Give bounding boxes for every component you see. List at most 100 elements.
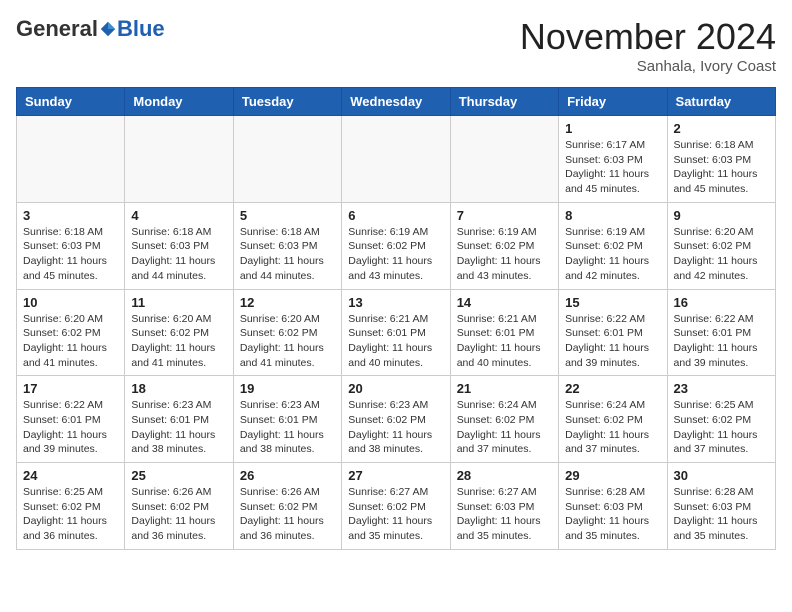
day-info: Sunrise: 6:25 AM Sunset: 6:02 PM Dayligh… [674, 398, 769, 457]
day-info: Sunrise: 6:28 AM Sunset: 6:03 PM Dayligh… [565, 485, 660, 544]
logo: General Blue [16, 16, 165, 42]
month-title: November 2024 [520, 16, 776, 58]
logo-blue: Blue [117, 16, 165, 42]
day-info: Sunrise: 6:23 AM Sunset: 6:02 PM Dayligh… [348, 398, 443, 457]
week-row-1: 1 Sunrise: 6:17 AM Sunset: 6:03 PM Daylig… [17, 116, 776, 203]
day-number: 5 [240, 208, 335, 223]
calendar-cell [450, 116, 558, 203]
day-info: Sunrise: 6:22 AM Sunset: 6:01 PM Dayligh… [674, 312, 769, 371]
page-header: General Blue November 2024 Sanhala, Ivor… [16, 16, 776, 75]
calendar-cell: 1 Sunrise: 6:17 AM Sunset: 6:03 PM Daylig… [559, 116, 667, 203]
calendar-header-tuesday: Tuesday [233, 88, 341, 116]
day-number: 22 [565, 381, 660, 396]
day-number: 7 [457, 208, 552, 223]
day-info: Sunrise: 6:18 AM Sunset: 6:03 PM Dayligh… [240, 225, 335, 284]
day-info: Sunrise: 6:20 AM Sunset: 6:02 PM Dayligh… [131, 312, 226, 371]
calendar-header-thursday: Thursday [450, 88, 558, 116]
day-info: Sunrise: 6:20 AM Sunset: 6:02 PM Dayligh… [23, 312, 118, 371]
day-number: 28 [457, 468, 552, 483]
day-number: 25 [131, 468, 226, 483]
location: Sanhala, Ivory Coast [520, 58, 776, 75]
day-number: 23 [674, 381, 769, 396]
calendar-cell: 17Sunrise: 6:22 AM Sunset: 6:01 PM Dayli… [17, 376, 125, 463]
calendar-cell: 23 Sunrise: 6:25 AM Sunset: 6:02 PM Dayli… [667, 376, 775, 463]
calendar-cell: 22 Sunrise: 6:24 AM Sunset: 6:02 PM Dayli… [559, 376, 667, 463]
day-number: 1 [565, 121, 660, 136]
day-number: 27 [348, 468, 443, 483]
calendar-header-sunday: Sunday [17, 88, 125, 116]
calendar-cell: 15 Sunrise: 6:22 AM Sunset: 6:01 PM Dayli… [559, 289, 667, 376]
calendar-cell: 6 Sunrise: 6:19 AM Sunset: 6:02 PM Daylig… [342, 202, 450, 289]
calendar-cell: 28 Sunrise: 6:27 AM Sunset: 6:03 PM Dayli… [450, 463, 558, 550]
week-row-5: 24 Sunrise: 6:25 AM Sunset: 6:02 PM Dayli… [17, 463, 776, 550]
day-number: 11 [131, 295, 226, 310]
day-info: Sunrise: 6:18 AM Sunset: 6:03 PM Dayligh… [674, 138, 769, 197]
day-info: Sunrise: 6:23 AM Sunset: 6:01 PM Dayligh… [131, 398, 226, 457]
calendar-cell [233, 116, 341, 203]
day-info: Sunrise: 6:17 AM Sunset: 6:03 PM Dayligh… [565, 138, 660, 197]
day-number: 20 [348, 381, 443, 396]
calendar-cell: 7 Sunrise: 6:19 AM Sunset: 6:02 PM Daylig… [450, 202, 558, 289]
day-number: 18 [131, 381, 226, 396]
day-info: Sunrise: 6:22 AM Sunset: 6:01 PM Dayligh… [23, 398, 118, 457]
day-info: Sunrise: 6:19 AM Sunset: 6:02 PM Dayligh… [565, 225, 660, 284]
calendar-header-wednesday: Wednesday [342, 88, 450, 116]
calendar-cell: 29 Sunrise: 6:28 AM Sunset: 6:03 PM Dayli… [559, 463, 667, 550]
day-info: Sunrise: 6:18 AM Sunset: 6:03 PM Dayligh… [131, 225, 226, 284]
week-row-2: 3 Sunrise: 6:18 AM Sunset: 6:03 PM Daylig… [17, 202, 776, 289]
day-number: 3 [23, 208, 118, 223]
calendar-header-row: SundayMondayTuesdayWednesdayThursdayFrid… [17, 88, 776, 116]
calendar-cell: 30 Sunrise: 6:28 AM Sunset: 6:03 PM Dayli… [667, 463, 775, 550]
day-info: Sunrise: 6:19 AM Sunset: 6:02 PM Dayligh… [457, 225, 552, 284]
day-info: Sunrise: 6:20 AM Sunset: 6:02 PM Dayligh… [240, 312, 335, 371]
logo-icon [99, 20, 117, 38]
calendar-cell: 12 Sunrise: 6:20 AM Sunset: 6:02 PM Dayli… [233, 289, 341, 376]
calendar-cell: 16 Sunrise: 6:22 AM Sunset: 6:01 PM Dayli… [667, 289, 775, 376]
calendar-cell: 13 Sunrise: 6:21 AM Sunset: 6:01 PM Dayli… [342, 289, 450, 376]
day-number: 30 [674, 468, 769, 483]
day-number: 12 [240, 295, 335, 310]
day-number: 13 [348, 295, 443, 310]
day-number: 26 [240, 468, 335, 483]
day-number: 4 [131, 208, 226, 223]
calendar-cell: 20 Sunrise: 6:23 AM Sunset: 6:02 PM Dayli… [342, 376, 450, 463]
calendar-cell: 10Sunrise: 6:20 AM Sunset: 6:02 PM Dayli… [17, 289, 125, 376]
day-info: Sunrise: 6:24 AM Sunset: 6:02 PM Dayligh… [565, 398, 660, 457]
day-number: 16 [674, 295, 769, 310]
day-number: 29 [565, 468, 660, 483]
day-number: 15 [565, 295, 660, 310]
calendar-cell: 4 Sunrise: 6:18 AM Sunset: 6:03 PM Daylig… [125, 202, 233, 289]
day-number: 2 [674, 121, 769, 136]
day-number: 6 [348, 208, 443, 223]
calendar-cell: 14Sunrise: 6:21 AM Sunset: 6:01 PM Dayli… [450, 289, 558, 376]
calendar-cell [342, 116, 450, 203]
day-info: Sunrise: 6:23 AM Sunset: 6:01 PM Dayligh… [240, 398, 335, 457]
day-info: Sunrise: 6:21 AM Sunset: 6:01 PM Dayligh… [348, 312, 443, 371]
day-number: 14 [457, 295, 552, 310]
day-info: Sunrise: 6:28 AM Sunset: 6:03 PM Dayligh… [674, 485, 769, 544]
calendar-cell: 19Sunrise: 6:23 AM Sunset: 6:01 PM Dayli… [233, 376, 341, 463]
title-block: November 2024 Sanhala, Ivory Coast [520, 16, 776, 75]
day-info: Sunrise: 6:26 AM Sunset: 6:02 PM Dayligh… [131, 485, 226, 544]
day-info: Sunrise: 6:26 AM Sunset: 6:02 PM Dayligh… [240, 485, 335, 544]
day-info: Sunrise: 6:19 AM Sunset: 6:02 PM Dayligh… [348, 225, 443, 284]
calendar-cell [17, 116, 125, 203]
day-number: 24 [23, 468, 118, 483]
day-info: Sunrise: 6:22 AM Sunset: 6:01 PM Dayligh… [565, 312, 660, 371]
day-info: Sunrise: 6:18 AM Sunset: 6:03 PM Dayligh… [23, 225, 118, 284]
day-info: Sunrise: 6:27 AM Sunset: 6:03 PM Dayligh… [457, 485, 552, 544]
calendar-cell: 8Sunrise: 6:19 AM Sunset: 6:02 PM Daylig… [559, 202, 667, 289]
calendar-cell: 5 Sunrise: 6:18 AM Sunset: 6:03 PM Daylig… [233, 202, 341, 289]
week-row-3: 10Sunrise: 6:20 AM Sunset: 6:02 PM Dayli… [17, 289, 776, 376]
day-number: 21 [457, 381, 552, 396]
day-info: Sunrise: 6:24 AM Sunset: 6:02 PM Dayligh… [457, 398, 552, 457]
calendar-cell: 21 Sunrise: 6:24 AM Sunset: 6:02 PM Dayli… [450, 376, 558, 463]
day-info: Sunrise: 6:25 AM Sunset: 6:02 PM Dayligh… [23, 485, 118, 544]
calendar-cell: 24 Sunrise: 6:25 AM Sunset: 6:02 PM Dayli… [17, 463, 125, 550]
calendar-header-saturday: Saturday [667, 88, 775, 116]
calendar-cell [125, 116, 233, 203]
calendar-cell: 18 Sunrise: 6:23 AM Sunset: 6:01 PM Dayli… [125, 376, 233, 463]
calendar-header-friday: Friday [559, 88, 667, 116]
calendar-cell: 9Sunrise: 6:20 AM Sunset: 6:02 PM Daylig… [667, 202, 775, 289]
calendar-cell: 27Sunrise: 6:27 AM Sunset: 6:02 PM Dayli… [342, 463, 450, 550]
